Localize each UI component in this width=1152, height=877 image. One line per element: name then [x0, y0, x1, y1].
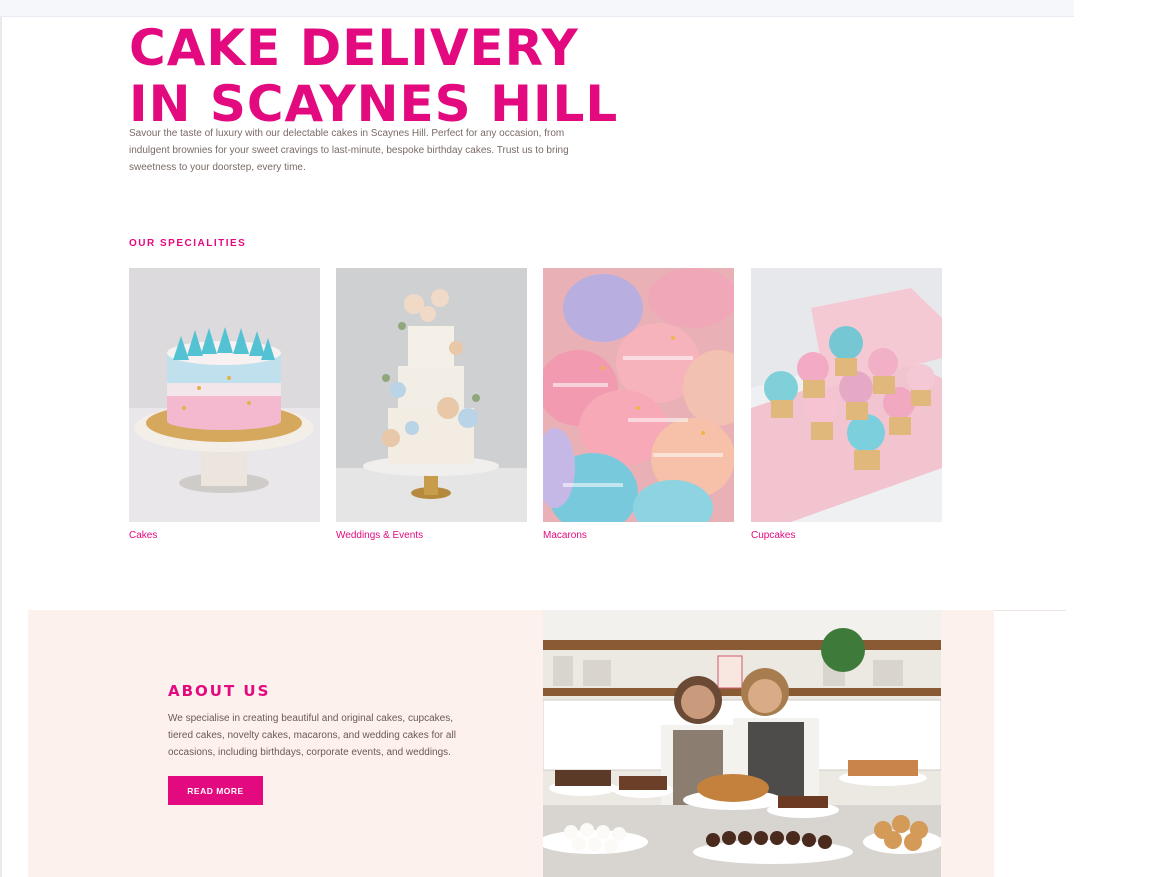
about-title: ABOUT US — [168, 682, 271, 700]
speciality-label-macarons[interactable]: Macarons — [543, 530, 734, 541]
page-left-border — [0, 17, 2, 877]
cake-photo[interactable] — [129, 268, 320, 522]
speciality-label-weddings-events[interactable]: Weddings & Events — [336, 530, 527, 541]
browser-top-bar — [0, 0, 1074, 17]
wedding-cake-photo[interactable] — [336, 268, 527, 522]
read-more-button[interactable]: READ MORE — [168, 776, 263, 805]
speciality-card-macarons[interactable]: Macarons — [543, 268, 734, 541]
macarons-photo[interactable] — [543, 268, 734, 522]
speciality-card-cakes[interactable]: Cakes — [129, 268, 320, 541]
speciality-card-weddings-events[interactable]: Weddings & Events — [336, 268, 527, 541]
bakers-photo — [543, 610, 941, 877]
about-text: We specialise in creating beautiful and … — [168, 713, 456, 758]
page-title: CAKE DELIVERY IN SCAYNES HILL — [129, 20, 649, 132]
hero-description: Savour the taste of luxury with our dele… — [129, 128, 569, 173]
page-title-line-1: CAKE DELIVERY — [129, 19, 579, 77]
specialities-heading: OUR SPECIALITIES — [129, 238, 247, 249]
speciality-card-cupcakes[interactable]: Cupcakes — [751, 268, 942, 541]
about-section-divider — [994, 610, 1066, 611]
speciality-label-cakes[interactable]: Cakes — [129, 530, 320, 541]
page-title-line-2: IN SCAYNES HILL — [129, 75, 619, 133]
speciality-label-cupcakes[interactable]: Cupcakes — [751, 530, 942, 541]
cupcakes-photo[interactable] — [751, 268, 942, 522]
